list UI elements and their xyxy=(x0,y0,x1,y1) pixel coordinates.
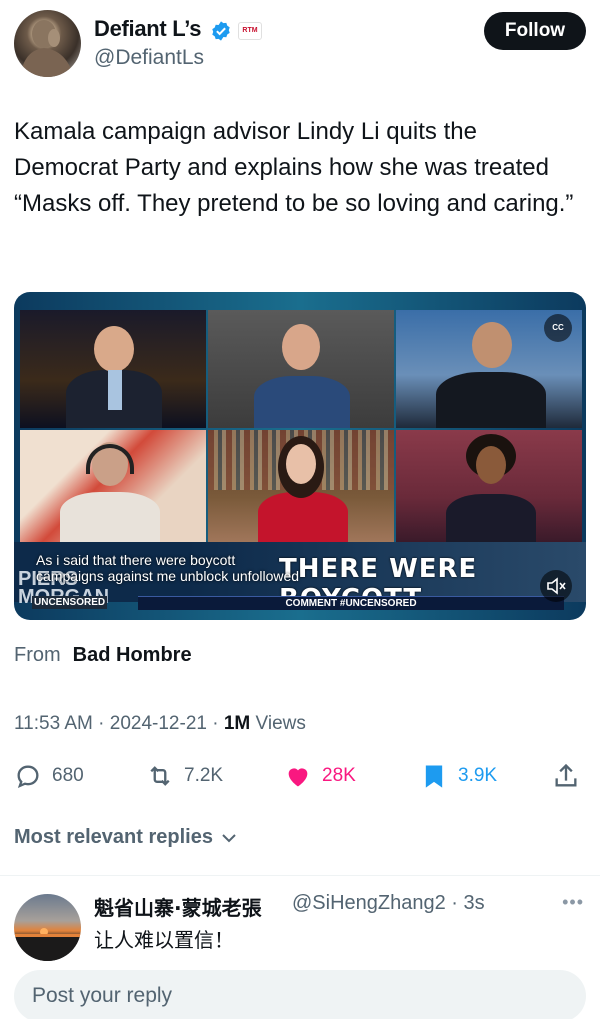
source-attribution: From Bad Hombre xyxy=(14,644,192,667)
bookmark-count: 3.9K xyxy=(458,765,498,786)
affiliate-badge[interactable]: RTM xyxy=(238,22,262,40)
reply-text: 让人难以置信！ xyxy=(94,928,234,952)
tweet-time[interactable]: 11:53 AM xyxy=(14,713,93,734)
views-count: 1M xyxy=(223,713,251,734)
repost-count: 7.2K xyxy=(184,765,224,786)
repost-icon xyxy=(150,766,170,786)
reply-author-name[interactable]: 魁省山寨·蒙城老張 xyxy=(94,892,262,921)
action-bar: 680 7.2K 28K 3.9K xyxy=(14,758,586,794)
from-label: From xyxy=(14,644,61,666)
share-button[interactable] xyxy=(552,758,590,794)
tweet-header: Defiant L’s RTM @DefiantLs Follow xyxy=(14,10,586,80)
bookmark-button[interactable]: 3.9K xyxy=(420,758,497,794)
meta-separator: · xyxy=(212,713,219,734)
reply-item[interactable]: 魁省山寨·蒙城老張 @SiHengZhang2 · 3s ••• 让人难以置信！ xyxy=(14,888,586,961)
meta-separator: · xyxy=(98,713,105,734)
reply-composer xyxy=(14,970,586,1019)
reply-button[interactable]: 680 xyxy=(14,758,84,794)
more-options-icon[interactable]: ••• xyxy=(562,892,584,913)
video-tile-guest-5 xyxy=(396,430,582,542)
news-ticker: COMMENT #UNCENSORED xyxy=(138,596,564,610)
reply-author-avatar[interactable] xyxy=(14,894,81,961)
like-count: 28K xyxy=(322,765,356,786)
bookmark-filled-icon xyxy=(425,765,443,788)
video-tile-guest-1 xyxy=(208,310,394,428)
reply-input[interactable] xyxy=(14,970,586,1019)
tweet-date[interactable]: 2024-12-21 xyxy=(110,713,207,734)
reply-author-handle[interactable]: @SiHengZhang2 · 3s xyxy=(292,892,485,915)
like-button[interactable]: 28K xyxy=(284,758,356,794)
reply-count: 680 xyxy=(52,765,84,786)
share-icon xyxy=(555,763,577,787)
reply-handle-text: @SiHengZhang2 xyxy=(292,892,446,914)
author-display-name[interactable]: Defiant L’s xyxy=(94,16,201,42)
meta-separator: · xyxy=(451,892,458,914)
video-tile-guest-4 xyxy=(208,430,394,542)
mute-icon[interactable] xyxy=(540,570,572,602)
verified-badge-icon xyxy=(210,20,232,42)
caption-line-1: As i said that there were boycott xyxy=(36,552,236,568)
video-player[interactable]: THERE WERE BOYCOTT PIERS MORGAN As i sai… xyxy=(14,292,586,620)
video-tile-guest-3 xyxy=(20,430,206,542)
video-tile-host xyxy=(20,310,206,428)
tweet-meta: 11:53 AM · 2024-12-21 · 1M Views xyxy=(14,713,306,735)
video-caption: As i said that there were boycott campai… xyxy=(36,552,299,584)
replies-sort-label: Most relevant replies xyxy=(14,826,213,848)
section-divider xyxy=(0,875,600,876)
reply-icon xyxy=(17,765,39,789)
source-name-link[interactable]: Bad Hombre xyxy=(73,644,192,666)
author-avatar[interactable] xyxy=(14,10,81,77)
follow-button[interactable]: Follow xyxy=(484,12,586,50)
replies-sort-dropdown[interactable]: Most relevant replies xyxy=(14,826,237,849)
tweet-text: Kamala campaign advisor Lindy Li quits t… xyxy=(14,118,574,217)
reply-time: 3s xyxy=(463,892,485,914)
views-label: Views xyxy=(255,713,306,734)
repost-button[interactable]: 7.2K xyxy=(146,758,223,794)
author-handle[interactable]: @DefiantLs xyxy=(94,46,204,70)
caption-line-2: campaigns against me unblock unfollowed xyxy=(36,568,300,584)
chevron-down-icon xyxy=(221,834,236,843)
heart-filled-icon xyxy=(288,768,308,787)
uncensored-tag: UNCENSORED xyxy=(32,596,108,609)
closed-captions-icon[interactable]: CC xyxy=(544,314,572,342)
